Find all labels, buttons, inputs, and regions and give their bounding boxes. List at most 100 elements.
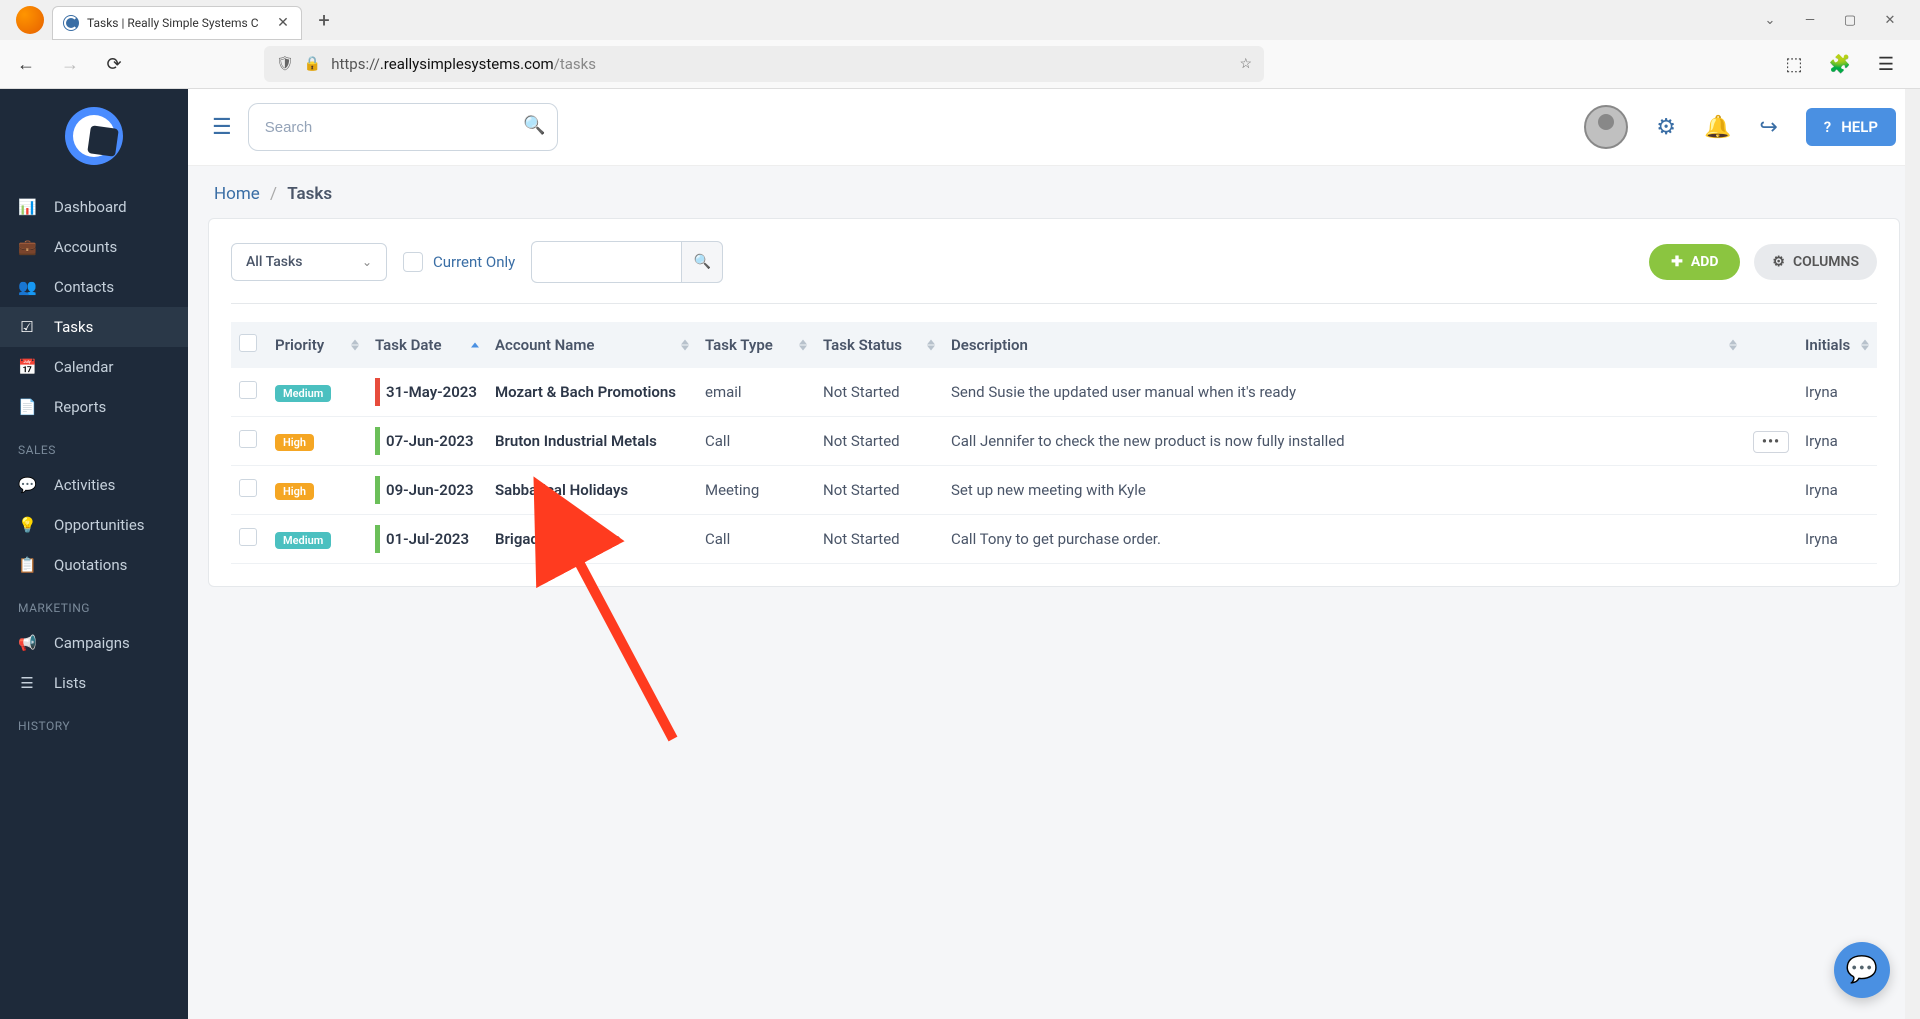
table-row[interactable]: High07-Jun-2023Bruton Industrial MetalsC… xyxy=(231,417,1877,466)
search-input[interactable] xyxy=(248,103,558,151)
search-icon[interactable]: 🔍 xyxy=(523,115,545,136)
task-date: 01-Jul-2023 xyxy=(386,530,469,548)
tab-close-icon[interactable]: ✕ xyxy=(275,15,291,31)
nav-icon: 📢 xyxy=(18,634,36,652)
sidebar-item-opportunities[interactable]: 💡Opportunities xyxy=(0,505,188,545)
task-description: Set up new meeting with Kyle xyxy=(943,466,1745,515)
columns-button[interactable]: ⚙ COLUMNS xyxy=(1754,244,1877,280)
logo[interactable] xyxy=(0,89,188,187)
sidebar-item-campaigns[interactable]: 📢 Campaigns xyxy=(0,623,188,663)
select-all-checkbox[interactable] xyxy=(239,334,257,352)
header-description[interactable]: Description xyxy=(943,322,1745,368)
header-task-type[interactable]: Task Type xyxy=(697,322,815,368)
pocket-icon[interactable]: ⬚ xyxy=(1780,50,1808,78)
nav-icon: 💡 xyxy=(18,516,36,534)
settings-icon[interactable]: ⚙ xyxy=(1656,115,1676,140)
row-more-button[interactable]: ••• xyxy=(1753,431,1789,453)
sidebar-section-sales: SALES xyxy=(0,427,188,465)
new-tab-button[interactable]: + xyxy=(310,6,338,34)
sidebar-item-tasks[interactable]: ☑ Tasks xyxy=(0,307,188,347)
url-bar[interactable]: 🛡 🔒 https://.reallysimplesystems.com/tas… xyxy=(264,46,1264,82)
nav-back-button[interactable]: ← xyxy=(12,50,40,78)
task-date: 09-Jun-2023 xyxy=(386,481,474,499)
logout-icon[interactable]: ↪ xyxy=(1759,115,1777,140)
row-checkbox[interactable] xyxy=(239,528,257,546)
row-checkbox[interactable] xyxy=(239,479,257,497)
header-task-status[interactable]: Task Status xyxy=(815,322,943,368)
tab-favicon-icon xyxy=(63,15,79,31)
header-initials[interactable]: Initials xyxy=(1797,322,1877,368)
help-icon: ? xyxy=(1824,118,1831,136)
nav-label: Tasks xyxy=(54,318,93,336)
avatar[interactable] xyxy=(1584,105,1628,149)
current-only-label: Current Only xyxy=(433,253,515,271)
app-root: 📊Dashboard💼Accounts👥Contacts ☑ Tasks 📅Calen… xyxy=(0,89,1920,1019)
task-type: Meeting xyxy=(697,466,815,515)
chevron-down-icon[interactable]: ⌄ xyxy=(1760,10,1780,30)
header-task-date[interactable]: Task Date xyxy=(367,322,487,368)
tab-bar: Tasks | Really Simple Systems C ✕ + ⌄ — … xyxy=(0,0,1920,40)
chat-fab[interactable]: 💬 xyxy=(1834,942,1890,998)
nav-label: Campaigns xyxy=(54,634,130,652)
priority-badge: High xyxy=(275,483,314,500)
task-date: 31-May-2023 xyxy=(386,383,477,401)
window-close-icon[interactable]: ✕ xyxy=(1880,10,1900,30)
table-row[interactable]: Medium31-May-2023Mozart & Bach Promotion… xyxy=(231,368,1877,417)
add-button[interactable]: ✚ ADD xyxy=(1649,244,1740,280)
sidebar-item-reports[interactable]: 📄Reports xyxy=(0,387,188,427)
help-button[interactable]: ? HELP xyxy=(1806,108,1896,146)
tab-title: Tasks | Really Simple Systems C xyxy=(87,16,267,30)
task-type: email xyxy=(697,368,815,417)
current-only-checkbox[interactable] xyxy=(403,252,423,272)
main-content: ☰ 🔍 ⚙ 🔔 ↪ ? HELP Home / Tasks xyxy=(188,89,1920,1019)
window-minimize-icon[interactable]: — xyxy=(1800,10,1820,30)
scrollbar[interactable] xyxy=(1905,89,1920,1019)
sidebar-item-calendar[interactable]: 📅Calendar xyxy=(0,347,188,387)
filter-bar: All Tasks ⌄ Current Only 🔍 ✚ ADD xyxy=(231,241,1877,304)
row-checkbox[interactable] xyxy=(239,381,257,399)
task-status: Not Started xyxy=(815,466,943,515)
task-description: Send Susie the updated user manual when … xyxy=(943,368,1745,417)
nav-label: Reports xyxy=(54,398,106,416)
bookmark-star-icon[interactable]: ☆ xyxy=(1239,56,1252,72)
sidebar-section-marketing: MARKETING xyxy=(0,585,188,623)
task-initials: Iryna xyxy=(1797,417,1877,466)
menu-icon[interactable]: ☰ xyxy=(1872,50,1900,78)
filter-dropdown[interactable]: All Tasks ⌄ xyxy=(231,243,387,281)
task-initials: Iryna xyxy=(1797,466,1877,515)
header-priority[interactable]: Priority xyxy=(267,322,367,368)
account-name: Brigadier Software xyxy=(487,515,697,564)
table-row[interactable]: High09-Jun-2023Sabbatical HolidaysMeetin… xyxy=(231,466,1877,515)
plus-icon: ✚ xyxy=(1671,254,1683,270)
table-row[interactable]: Medium01-Jul-2023Brigadier SoftwareCallN… xyxy=(231,515,1877,564)
table-search-input[interactable] xyxy=(531,241,681,283)
nav-label: Quotations xyxy=(54,556,127,574)
window-maximize-icon[interactable]: ▢ xyxy=(1840,10,1860,30)
sidebar-item-quotations[interactable]: 📋 Quotations xyxy=(0,545,188,585)
sidebar-item-lists[interactable]: ☰Lists xyxy=(0,663,188,703)
extensions-icon[interactable]: 🧩 xyxy=(1826,50,1854,78)
table-search-button[interactable]: 🔍 xyxy=(681,241,723,283)
task-type: Call xyxy=(697,417,815,466)
task-status: Not Started xyxy=(815,368,943,417)
hamburger-icon[interactable]: ☰ xyxy=(212,115,232,140)
breadcrumb-home[interactable]: Home xyxy=(214,184,260,204)
gear-icon: ⚙ xyxy=(1772,254,1785,270)
firefox-icon xyxy=(16,6,44,34)
sidebar-item-dashboard[interactable]: 📊Dashboard xyxy=(0,187,188,227)
sidebar-item-activities[interactable]: 💬Activities xyxy=(0,465,188,505)
browser-tab[interactable]: Tasks | Really Simple Systems C ✕ xyxy=(52,6,302,40)
row-checkbox[interactable] xyxy=(239,430,257,448)
bell-icon[interactable]: 🔔 xyxy=(1704,115,1731,140)
nav-icon: ☑ xyxy=(18,318,36,336)
nav-icon: 📋 xyxy=(18,556,36,574)
task-initials: Iryna xyxy=(1797,515,1877,564)
header-account-name[interactable]: Account Name xyxy=(487,322,697,368)
nav-icon: ☰ xyxy=(18,674,36,692)
sidebar-item-accounts[interactable]: 💼Accounts xyxy=(0,227,188,267)
url-text: https://.reallysimplesystems.com/tasks xyxy=(331,55,1229,73)
nav-reload-button[interactable]: ⟳ xyxy=(100,50,128,78)
sidebar-item-contacts[interactable]: 👥Contacts xyxy=(0,267,188,307)
account-name: Bruton Industrial Metals xyxy=(487,417,697,466)
status-color-bar xyxy=(375,476,380,504)
